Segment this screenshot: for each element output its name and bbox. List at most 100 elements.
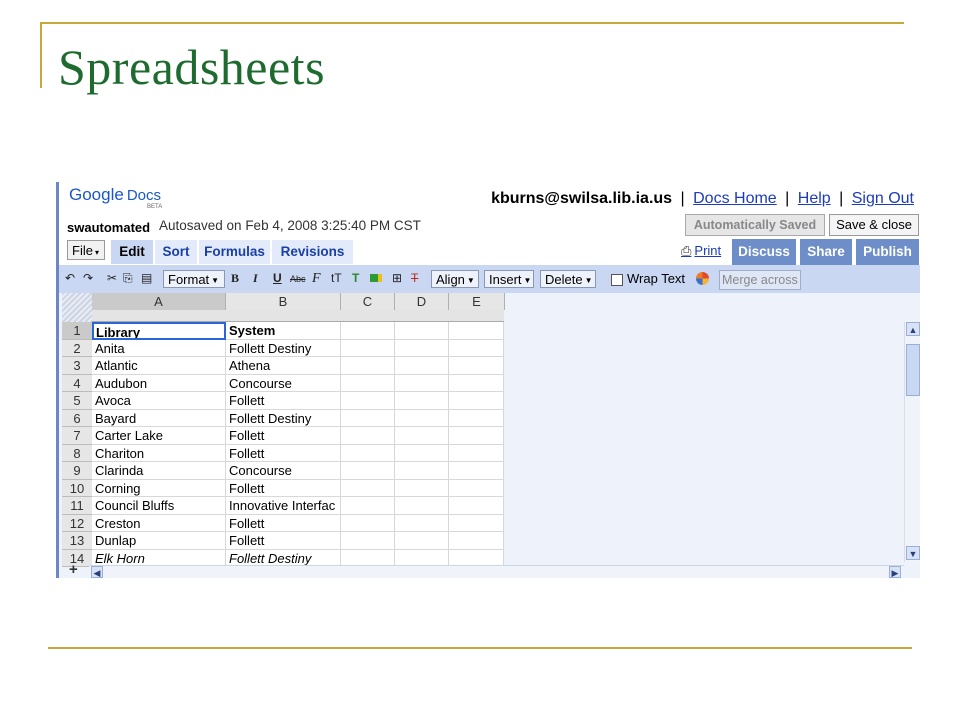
automatically-saved-button[interactable]: Automatically Saved bbox=[685, 214, 825, 236]
column-header-e[interactable]: E bbox=[449, 293, 505, 310]
row-header[interactable]: 8 bbox=[62, 444, 92, 462]
grid-cell[interactable] bbox=[341, 374, 395, 392]
grid-cell[interactable] bbox=[395, 374, 449, 392]
grid-cell[interactable]: Follett bbox=[226, 514, 341, 532]
help-link[interactable]: Help bbox=[798, 190, 831, 207]
font-family-button[interactable]: F bbox=[312, 271, 321, 287]
grid-cell[interactable]: Library bbox=[92, 322, 226, 340]
row-header[interactable]: 6 bbox=[62, 409, 92, 427]
grid-cell[interactable]: Creston bbox=[92, 514, 226, 532]
grid-cell[interactable] bbox=[341, 514, 395, 532]
grid-cell[interactable]: Concourse bbox=[226, 462, 341, 480]
grid-cell[interactable] bbox=[449, 427, 504, 445]
row-header[interactable]: 7 bbox=[62, 427, 92, 445]
scroll-right-icon[interactable]: ▶ bbox=[889, 566, 901, 578]
wrap-text-checkbox[interactable] bbox=[611, 274, 623, 286]
background-color-icon[interactable] bbox=[370, 271, 382, 285]
grid-cell[interactable]: System bbox=[226, 322, 341, 340]
underline-button[interactable]: U bbox=[273, 271, 282, 285]
grid-cell[interactable]: Innovative Interfac bbox=[226, 497, 341, 515]
font-size-button[interactable]: tT bbox=[331, 271, 342, 285]
grid-cell[interactable] bbox=[395, 357, 449, 375]
grid-cell[interactable]: Follett bbox=[226, 427, 341, 445]
grid-cell[interactable] bbox=[449, 444, 504, 462]
tab-discuss[interactable]: Discuss bbox=[732, 239, 796, 265]
grid-cell[interactable] bbox=[341, 444, 395, 462]
bold-button[interactable]: B bbox=[231, 271, 239, 286]
grid-cell[interactable] bbox=[395, 532, 449, 550]
row-header[interactable]: 9 bbox=[62, 462, 92, 480]
grid-cell[interactable]: Follett bbox=[226, 392, 341, 410]
grid-cell[interactable] bbox=[449, 357, 504, 375]
grid-cell[interactable] bbox=[341, 392, 395, 410]
grid-cell[interactable] bbox=[341, 322, 395, 340]
select-all-corner[interactable] bbox=[62, 293, 92, 322]
file-menu-button[interactable]: File ▾ bbox=[67, 240, 105, 260]
delete-dropdown[interactable]: Delete ▼ bbox=[540, 270, 596, 288]
undo-icon[interactable]: ↶ bbox=[65, 271, 75, 285]
text-color-icon[interactable]: T bbox=[352, 271, 359, 285]
tab-edit[interactable]: Edit bbox=[111, 240, 153, 264]
grid-cell[interactable]: Audubon bbox=[92, 374, 226, 392]
grid-cell[interactable]: Chariton bbox=[92, 444, 226, 462]
clear-format-icon[interactable]: T bbox=[411, 271, 418, 285]
grid-cell[interactable] bbox=[449, 322, 504, 340]
insert-dropdown[interactable]: Insert ▼ bbox=[484, 270, 534, 288]
grid-cell[interactable] bbox=[341, 427, 395, 445]
column-header-a[interactable]: A bbox=[92, 293, 226, 310]
grid-cell[interactable] bbox=[341, 409, 395, 427]
italic-button[interactable]: I bbox=[253, 271, 258, 286]
column-header-d[interactable]: D bbox=[395, 293, 449, 310]
scrollbar-thumb[interactable] bbox=[906, 344, 920, 396]
grid-cell[interactable] bbox=[449, 392, 504, 410]
grid-cell[interactable]: Follett Destiny bbox=[226, 339, 341, 357]
grid-cell[interactable] bbox=[395, 339, 449, 357]
grid-cell[interactable] bbox=[449, 479, 504, 497]
grid-cell[interactable] bbox=[341, 497, 395, 515]
tab-share[interactable]: Share bbox=[800, 239, 852, 265]
grid-cell[interactable] bbox=[341, 357, 395, 375]
grid-cell[interactable] bbox=[341, 532, 395, 550]
grid-cell[interactable] bbox=[449, 514, 504, 532]
grid-cell[interactable] bbox=[395, 427, 449, 445]
row-header[interactable]: 13 bbox=[62, 532, 92, 550]
format-dropdown[interactable]: Format ▼ bbox=[163, 270, 225, 288]
borders-icon[interactable]: ⊞ bbox=[392, 271, 402, 285]
grid-cell[interactable]: Carter Lake bbox=[92, 427, 226, 445]
copy-icon[interactable]: ⎘ bbox=[123, 271, 133, 286]
grid-cell[interactable]: Atlantic bbox=[92, 357, 226, 375]
grid-cell[interactable] bbox=[395, 322, 449, 340]
grid-cell[interactable]: Follett bbox=[226, 444, 341, 462]
row-header[interactable]: 5 bbox=[62, 392, 92, 410]
color-palette-icon[interactable] bbox=[696, 272, 709, 285]
scroll-up-icon[interactable]: ▲ bbox=[906, 322, 920, 336]
row-header[interactable]: 1 bbox=[62, 322, 92, 340]
grid-cell[interactable] bbox=[395, 479, 449, 497]
grid-cell[interactable]: Dunlap bbox=[92, 532, 226, 550]
sign-out-link[interactable]: Sign Out bbox=[852, 190, 914, 207]
grid-cell[interactable] bbox=[341, 339, 395, 357]
grid-cell[interactable]: Council Bluffs bbox=[92, 497, 226, 515]
strikethrough-button[interactable]: Abc bbox=[290, 274, 306, 284]
row-header[interactable]: 2 bbox=[62, 339, 92, 357]
grid-cell[interactable]: Bayard bbox=[92, 409, 226, 427]
tab-sort[interactable]: Sort bbox=[155, 240, 197, 264]
grid-cell[interactable] bbox=[341, 479, 395, 497]
row-header[interactable]: 4 bbox=[62, 374, 92, 392]
grid-cell[interactable]: Concourse bbox=[226, 374, 341, 392]
grid-cell[interactable] bbox=[395, 497, 449, 515]
column-header-b[interactable]: B bbox=[226, 293, 341, 310]
add-sheet-button[interactable]: + bbox=[69, 561, 78, 578]
column-header-c[interactable]: C bbox=[341, 293, 395, 310]
grid-cell[interactable] bbox=[395, 392, 449, 410]
grid-cell[interactable] bbox=[449, 497, 504, 515]
scroll-down-icon[interactable]: ▼ bbox=[906, 546, 920, 560]
grid-cell[interactable]: Follett bbox=[226, 479, 341, 497]
vertical-scrollbar[interactable]: ▲ ▼ bbox=[904, 322, 920, 562]
grid-cell[interactable]: Follett Destiny bbox=[226, 409, 341, 427]
grid-cell[interactable] bbox=[395, 409, 449, 427]
cut-icon[interactable]: ✂ bbox=[107, 271, 117, 285]
redo-icon[interactable]: ↷ bbox=[83, 271, 93, 285]
grid-cell[interactable] bbox=[449, 374, 504, 392]
grid-cell[interactable] bbox=[395, 444, 449, 462]
